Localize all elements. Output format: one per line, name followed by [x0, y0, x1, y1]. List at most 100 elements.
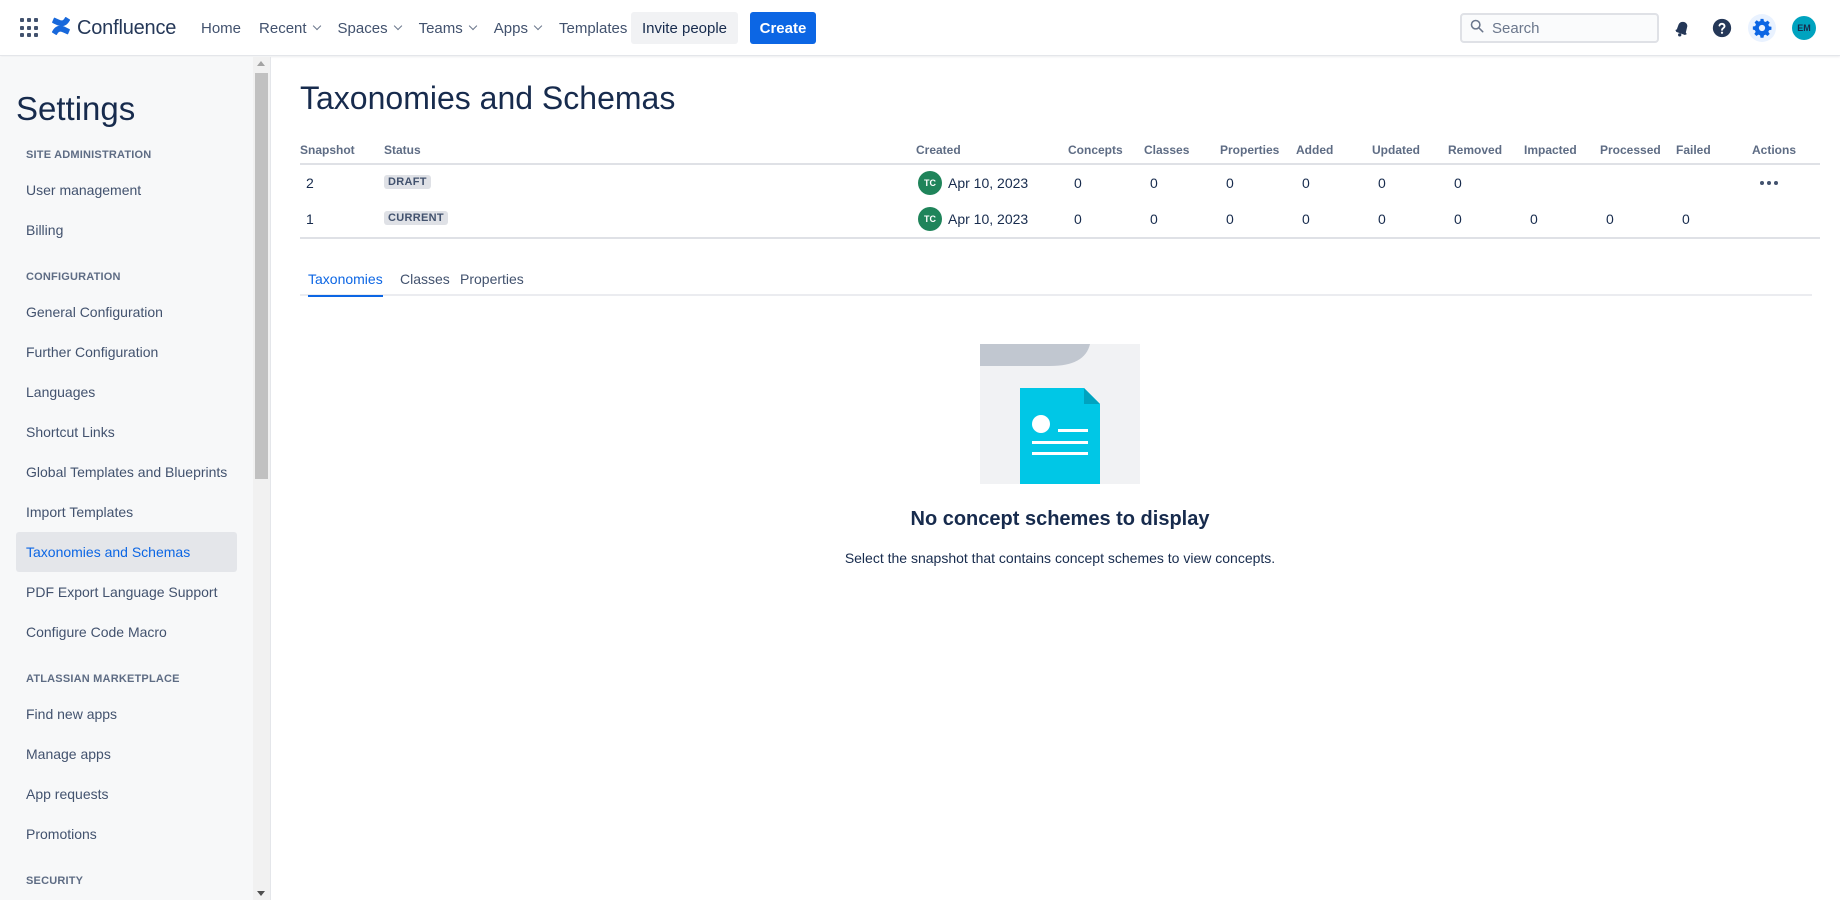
sidebar-item-general-configuration[interactable]: General Configuration: [16, 292, 237, 332]
nav-teams-label: Teams: [418, 19, 463, 37]
column-header-snapshot[interactable]: Snapshot: [300, 143, 355, 157]
empty-state-title: No concept schemes to display: [910, 508, 1210, 530]
top-navigation: Confluence Home Recent Spaces Teams Apps…: [0, 0, 1840, 56]
chevron-down-icon: [312, 21, 321, 31]
cell-snapshot: 1: [306, 211, 314, 227]
cell-snapshot: 2: [306, 175, 314, 191]
sidebar-item-languages[interactable]: Languages: [16, 372, 237, 412]
sidebar-item-further-configuration[interactable]: Further Configuration: [16, 332, 237, 372]
primary-nav: Home Recent Spaces Teams Apps Templates: [192, 12, 636, 44]
column-header-impacted[interactable]: Impacted: [1524, 143, 1577, 157]
sidebar-item-taxonomies-and-schemas[interactable]: Taxonomies and Schemas: [16, 532, 237, 572]
search-icon: [1470, 19, 1484, 38]
nav-templates-label: Templates: [558, 19, 628, 37]
nav-teams[interactable]: Teams: [410, 12, 485, 44]
table-row[interactable]: 1 CURRENT TC Apr 10, 2023 0 0 0 0 0 0 0 …: [300, 201, 1820, 237]
cell-removed: 0: [1454, 211, 1462, 227]
cell-concepts: 0: [1074, 175, 1082, 191]
sidebar-item-pdf-export-language-support[interactable]: PDF Export Language Support: [16, 572, 237, 612]
scrollbar-thumb[interactable]: [255, 73, 268, 479]
nav-home[interactable]: Home: [192, 12, 250, 44]
cell-updated: 0: [1378, 175, 1386, 191]
cell-added: 0: [1302, 211, 1310, 227]
nav-apps-label: Apps: [493, 19, 528, 37]
sidebar-item-find-new-apps[interactable]: Find new apps: [16, 694, 237, 734]
settings-sidebar: Settings SITE ADMINISTRATION User manage…: [0, 57, 271, 900]
status-lozenge: DRAFT: [384, 175, 431, 189]
sidebar-scrollbar[interactable]: [253, 57, 270, 900]
chevron-down-icon: [533, 21, 543, 31]
page-title: Taxonomies and Schemas: [300, 80, 676, 116]
nav-spaces[interactable]: Spaces: [329, 12, 410, 44]
table-header: Snapshot Status Created Concepts Classes…: [300, 140, 1820, 165]
empty-state-description: Select the snapshot that contains concep…: [844, 550, 1276, 566]
nav-spaces-label: Spaces: [337, 19, 388, 37]
cell-classes: 0: [1150, 175, 1158, 191]
create-button[interactable]: Create: [750, 12, 816, 44]
empty-document-illustration-icon: [980, 344, 1140, 484]
column-header-created[interactable]: Created: [916, 143, 961, 157]
column-header-updated[interactable]: Updated: [1372, 143, 1420, 157]
confluence-logo-icon: [51, 16, 71, 41]
sidebar-item-configure-code-macro[interactable]: Configure Code Macro: [16, 612, 237, 652]
tab-bar: Taxonomies Classes Properties: [300, 264, 1812, 297]
app-switcher-icon[interactable]: [20, 18, 40, 38]
user-avatar[interactable]: EM: [1792, 16, 1816, 40]
sidebar-item-shortcut-links[interactable]: Shortcut Links: [16, 412, 237, 452]
tab-taxonomies[interactable]: Taxonomies: [308, 271, 383, 297]
sidebar-item-global-templates[interactable]: Global Templates and Blueprints: [16, 452, 237, 492]
tab-classes[interactable]: Classes: [400, 271, 450, 295]
cell-processed: 0: [1606, 211, 1614, 227]
section-heading-atlassian-marketplace: ATLASSIAN MARKETPLACE: [26, 673, 180, 685]
column-header-actions: Actions: [1752, 143, 1797, 157]
sidebar-item-app-requests[interactable]: App requests: [16, 774, 237, 814]
nav-apps[interactable]: Apps: [485, 12, 550, 44]
search-field[interactable]: [1460, 13, 1659, 43]
sidebar-item-manage-apps[interactable]: Manage apps: [16, 734, 237, 774]
cell-impacted: 0: [1530, 211, 1538, 227]
chevron-down-icon: [393, 21, 402, 31]
invite-people-button[interactable]: Invite people: [631, 12, 738, 44]
table-divider: [300, 237, 1820, 239]
confluence-home-link[interactable]: Confluence: [51, 14, 176, 42]
nav-recent-label: Recent: [259, 19, 307, 37]
sidebar-item-promotions[interactable]: Promotions: [16, 814, 237, 854]
nav-recent[interactable]: Recent: [250, 12, 329, 44]
brand-name: Confluence: [77, 16, 177, 39]
table-row[interactable]: 2 DRAFT TC Apr 10, 2023 0 0 0 0 0 0: [300, 165, 1820, 201]
scroll-down-arrow-icon[interactable]: [257, 891, 265, 896]
creator-avatar[interactable]: TC: [918, 171, 942, 195]
column-header-added[interactable]: Added: [1296, 143, 1333, 157]
section-heading-site-administration: SITE ADMINISTRATION: [26, 149, 152, 161]
column-header-status[interactable]: Status: [384, 143, 421, 157]
cell-updated: 0: [1378, 211, 1386, 227]
status-lozenge: CURRENT: [384, 211, 448, 225]
cell-classes: 0: [1150, 211, 1158, 227]
creator-avatar[interactable]: TC: [918, 207, 942, 231]
cell-added: 0: [1302, 175, 1310, 191]
more-actions-icon[interactable]: [1755, 171, 1783, 195]
column-header-processed[interactable]: Processed: [1600, 143, 1661, 157]
cell-failed: 0: [1682, 211, 1690, 227]
nav-templates[interactable]: Templates: [550, 12, 636, 44]
nav-home-label: Home: [201, 19, 242, 37]
settings-gear-icon[interactable]: [1748, 14, 1776, 42]
column-header-failed[interactable]: Failed: [1676, 143, 1711, 157]
cell-created: Apr 10, 2023: [948, 211, 1029, 227]
column-header-removed[interactable]: Removed: [1448, 143, 1502, 157]
section-heading-configuration: CONFIGURATION: [26, 271, 121, 283]
search-input[interactable]: [1492, 19, 1652, 37]
sidebar-item-billing[interactable]: Billing: [16, 210, 237, 250]
sidebar-item-user-management[interactable]: User management: [16, 170, 237, 210]
notifications-icon[interactable]: [1668, 14, 1696, 42]
scroll-up-arrow-icon[interactable]: [257, 61, 265, 66]
column-header-classes[interactable]: Classes: [1144, 143, 1189, 157]
section-heading-security: SECURITY: [26, 875, 84, 887]
sidebar-item-import-templates[interactable]: Import Templates: [16, 492, 237, 532]
column-header-properties[interactable]: Properties: [1220, 143, 1279, 157]
tab-properties[interactable]: Properties: [460, 271, 524, 295]
help-icon[interactable]: [1708, 14, 1736, 42]
cell-created: Apr 10, 2023: [948, 175, 1029, 191]
cell-properties: 0: [1226, 175, 1234, 191]
column-header-concepts[interactable]: Concepts: [1068, 143, 1123, 157]
